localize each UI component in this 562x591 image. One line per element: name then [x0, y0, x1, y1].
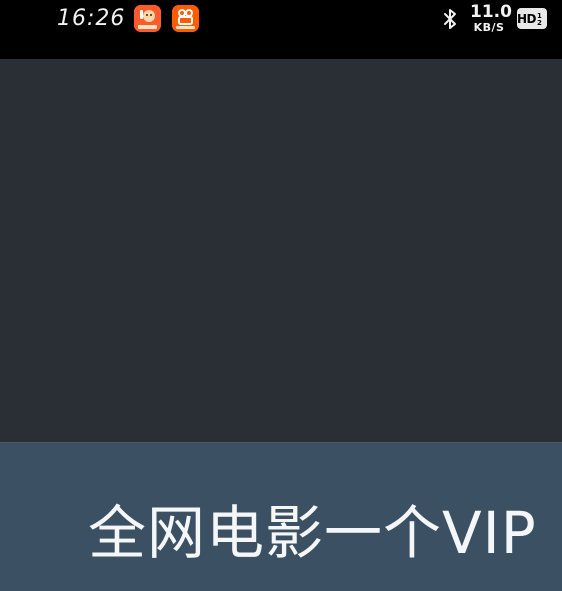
status-bar: 16:26 11.0 KB/S HD 1 2	[0, 0, 562, 59]
status-time: 16:26	[57, 6, 126, 31]
hd-voice-badge: HD 1 2	[517, 8, 547, 29]
network-speed-indicator: 11.0 KB/S	[470, 2, 512, 34]
slide-subline-partial	[240, 578, 460, 591]
app-notification-icon	[134, 5, 161, 32]
network-speed-unit: KB/S	[473, 21, 505, 34]
video-player-area[interactable]	[0, 59, 562, 442]
kuaishou-notification-icon	[172, 5, 199, 32]
hd-badge-label: HD	[517, 11, 537, 26]
slide-heading: 全网电影一个VIP	[88, 499, 537, 567]
app-notification-glyph	[134, 5, 161, 32]
kuaishou-glyph	[172, 5, 199, 32]
bluetooth-icon	[444, 9, 456, 29]
phone-screen: 16:26 11.0 KB/S HD 1 2 全网电影一个VIP	[0, 0, 562, 591]
hd-badge-sim: 1 2	[537, 11, 542, 27]
network-speed-value: 11.0	[470, 2, 512, 22]
